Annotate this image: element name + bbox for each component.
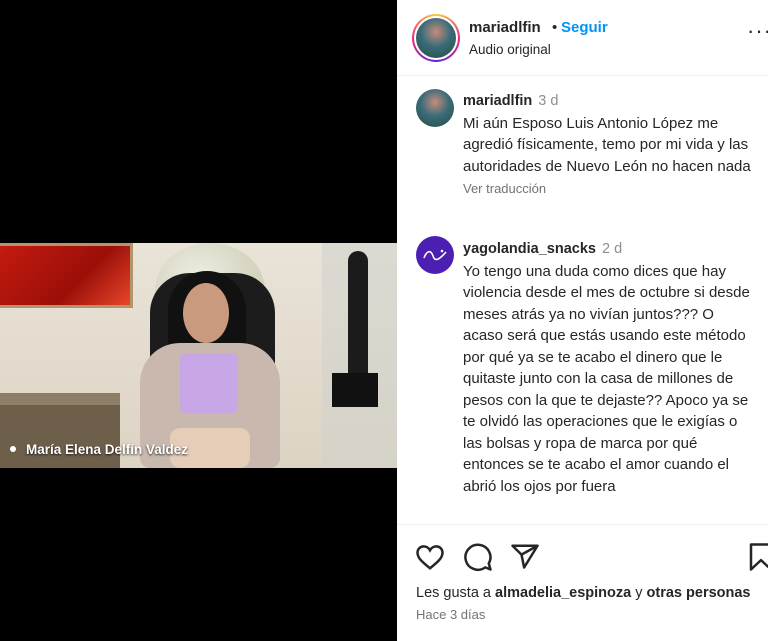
post-header: mariadlfin • Seguir Audio original ··· xyxy=(397,0,768,76)
post-actions: Les gusta a almadelia_espinoza y otras p… xyxy=(397,524,768,641)
likes-prefix: Les gusta a xyxy=(416,585,491,601)
like-heart-icon[interactable] xyxy=(415,542,445,572)
comment-time[interactable]: 3 d xyxy=(538,93,558,109)
share-icon[interactable] xyxy=(510,542,540,572)
sculpture-base xyxy=(332,373,378,407)
follow-button[interactable]: Seguir xyxy=(561,19,608,36)
separator-dot: • xyxy=(552,19,558,36)
comment-time[interactable]: 2 d xyxy=(602,241,622,257)
comment-icon[interactable] xyxy=(463,542,493,572)
avatar[interactable] xyxy=(416,236,454,274)
author-username[interactable]: mariadlfin xyxy=(469,19,541,36)
more-options-icon[interactable]: ··· xyxy=(747,20,768,42)
caption-bullet xyxy=(10,446,16,452)
see-translation-link[interactable]: Ver traducción xyxy=(463,181,753,197)
comment-username[interactable]: yagolandia_snacks xyxy=(463,241,596,257)
likes-others-link[interactable]: otras personas xyxy=(647,585,751,601)
person-face xyxy=(183,283,229,343)
background-shelf xyxy=(0,393,120,405)
post-side-panel: mariadlfin • Seguir Audio original ··· m… xyxy=(397,0,768,641)
save-bookmark-icon[interactable] xyxy=(746,542,768,572)
video-caption: María Elena Delfín Valdez xyxy=(0,436,397,462)
avatar[interactable] xyxy=(416,89,454,127)
comment-text: Yo tengo una duda como dices que hay vio… xyxy=(463,262,750,495)
background-painting xyxy=(0,243,133,308)
comment-username[interactable]: mariadlfin xyxy=(463,93,532,109)
post-timestamp: Hace 3 días xyxy=(416,607,486,622)
likes-conjunction: y xyxy=(635,585,643,601)
author-avatar[interactable] xyxy=(412,14,460,62)
avatar-image xyxy=(416,18,456,58)
post-media[interactable]: María Elena Delfín Valdez xyxy=(0,0,397,641)
person-top xyxy=(180,353,238,413)
caption-text: María Elena Delfín Valdez xyxy=(26,441,189,457)
comment-text: Mi aún Esposo Luis Antonio López me agre… xyxy=(463,114,751,175)
audio-link[interactable]: Audio original xyxy=(469,42,551,57)
video-frame[interactable]: María Elena Delfín Valdez xyxy=(0,243,397,468)
brand-logo-icon xyxy=(423,249,447,261)
likes-summary[interactable]: Les gusta a almadelia_espinoza y otras p… xyxy=(416,585,751,601)
comments-list[interactable]: mariadlfin 3 d Mi aún Esposo Luis Antonio… xyxy=(397,77,768,524)
likes-user-link[interactable]: almadelia_espinoza xyxy=(495,585,631,601)
